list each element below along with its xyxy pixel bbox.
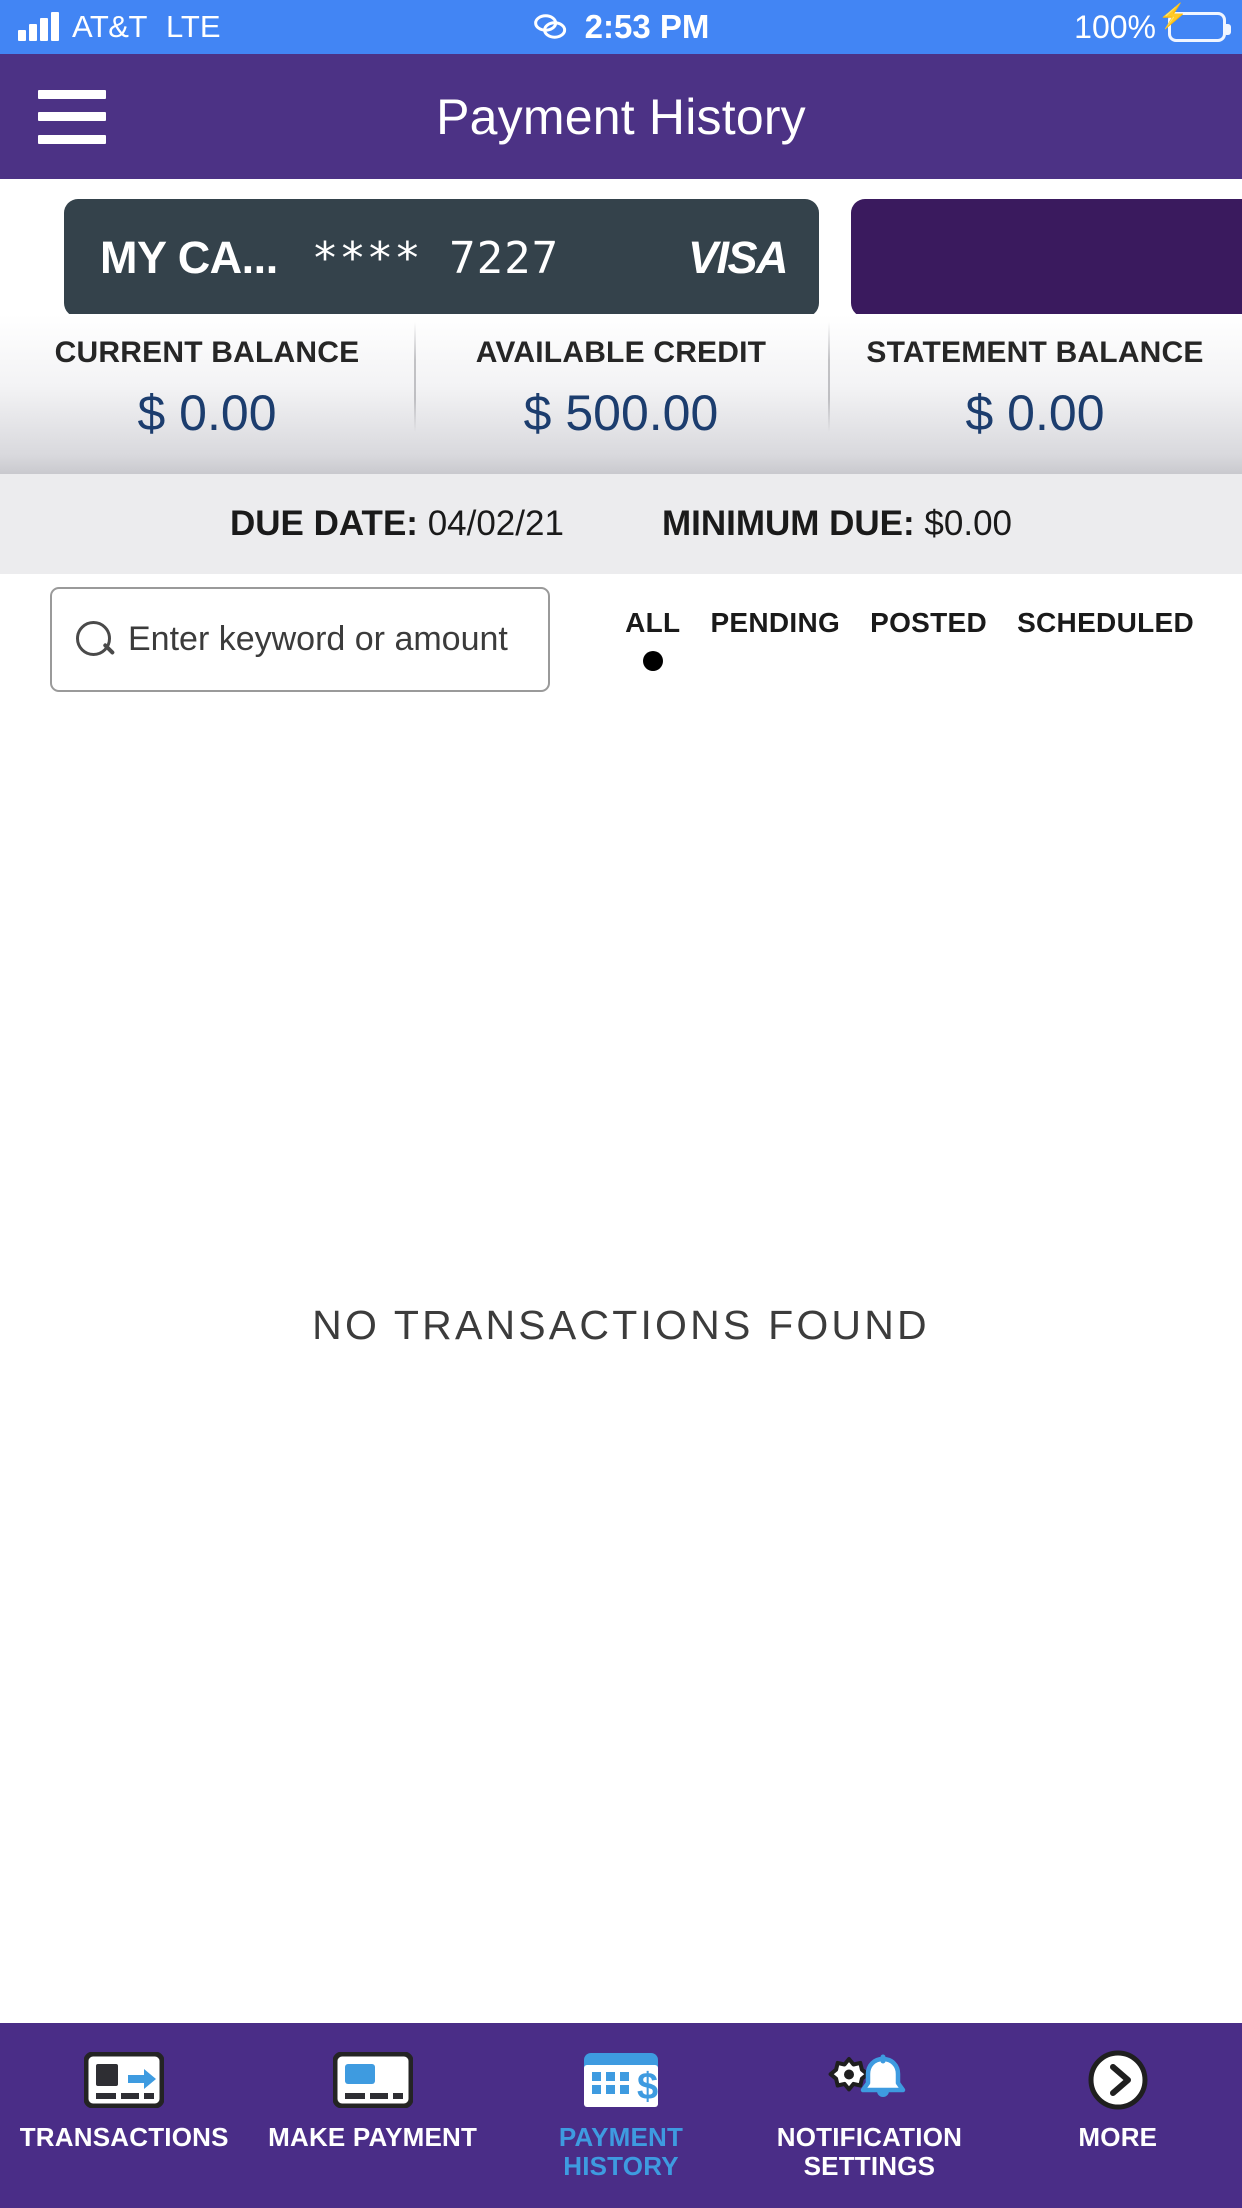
balance-current-balance: CURRENT BALANCE $ 0.00 — [0, 314, 414, 442]
link-icon — [534, 14, 567, 39]
card-masked-number: **** 7227 — [311, 232, 560, 284]
balance-label: AVAILABLE CREDIT — [475, 336, 767, 369]
signal-bars-icon — [18, 12, 59, 41]
due-summary-row: DUE DATE: 04/02/21 MINIMUM DUE: $0.00 — [0, 474, 1242, 574]
card-tile-primary[interactable]: MY CA... **** 7227 VISA — [64, 199, 819, 314]
card-tile-secondary[interactable] — [851, 199, 1242, 314]
nav-item-transactions[interactable]: TRANSACTIONS — [0, 2049, 248, 2152]
status-bar: AT&T LTE 2:53 PM 100% ⚡ — [0, 0, 1242, 54]
search-icon — [74, 619, 114, 659]
filter-tab-pending[interactable]: PENDING — [710, 607, 840, 671]
balance-statement-balance: STATEMENT BALANCE $ 0.00 — [828, 314, 1242, 442]
status-bar-center: 2:53 PM — [533, 8, 710, 46]
balance-value: $ 0.00 — [137, 385, 277, 441]
search-input[interactable] — [128, 619, 526, 659]
hamburger-menu-icon[interactable] — [38, 89, 106, 144]
balance-summary: CURRENT BALANCE $ 0.00 AVAILABLE CREDIT … — [0, 314, 1242, 474]
nav-item-notification-settings[interactable]: NOTIFICATION SETTINGS — [745, 2049, 993, 2181]
card-arrow-icon — [84, 2049, 165, 2111]
balance-label: CURRENT BALANCE — [54, 336, 360, 369]
filter-active-dot — [642, 651, 663, 671]
nav-item-make-payment[interactable]: MAKE PAYMENT — [248, 2049, 496, 2152]
nav-label: MAKE PAYMENT — [268, 2122, 478, 2152]
calendar-dollar-icon: $ — [581, 2049, 661, 2111]
filter-label: SCHEDULED — [1017, 607, 1194, 638]
battery-percent-label: 100% — [1074, 8, 1156, 45]
nav-item-payment-history[interactable]: $ PAYMENT HISTORY — [497, 2049, 745, 2181]
balance-label: STATEMENT BALANCE — [866, 336, 1204, 369]
search-filter-row: ALL PENDING POSTED SCHEDULED — [0, 574, 1242, 704]
due-date-value: 04/02/21 — [427, 504, 564, 543]
filter-tab-all[interactable]: ALL — [625, 607, 680, 671]
carrier-label: AT&T — [72, 9, 147, 44]
status-bar-right: 100% ⚡ — [1074, 5, 1242, 46]
transaction-filter-tabs: ALL PENDING POSTED SCHEDULED — [625, 607, 1202, 671]
credit-card-icon — [332, 2049, 413, 2111]
balance-value: $ 0.00 — [965, 385, 1105, 441]
battery-charging-icon: ⚡ — [1158, 5, 1231, 42]
filter-tab-posted[interactable]: POSTED — [870, 607, 987, 671]
minimum-due-item: MINIMUM DUE: $0.00 — [662, 504, 1012, 544]
nav-item-more[interactable]: MORE — [994, 2049, 1242, 2152]
filter-tab-scheduled[interactable]: SCHEDULED — [1017, 607, 1194, 671]
gear-bell-icon — [823, 2049, 915, 2111]
nav-label: MORE — [1078, 2122, 1158, 2152]
due-date-label: DUE DATE: — [229, 504, 418, 543]
filter-label: PENDING — [710, 607, 841, 638]
transaction-list-area: NO TRANSACTIONS FOUND — [0, 704, 1242, 2023]
status-bar-left: AT&T LTE — [0, 9, 221, 45]
card-carousel[interactable]: MY CA... **** 7227 VISA — [0, 179, 1242, 314]
page-title: Payment History — [436, 88, 806, 145]
chevron-right-circle-icon — [1087, 2049, 1149, 2111]
nav-label: NOTIFICATION SETTINGS — [776, 2122, 963, 2182]
svg-text:$: $ — [637, 2066, 658, 2108]
nav-label: PAYMENT HISTORY — [558, 2122, 684, 2182]
clock-label: 2:53 PM — [584, 8, 710, 45]
balance-value: $ 500.00 — [523, 385, 719, 441]
visa-logo: VISA — [687, 232, 789, 283]
bottom-navigation-bar: TRANSACTIONS MAKE PAYMENT $ PAYMENT HIST… — [0, 2023, 1242, 2208]
app-header: Payment History — [0, 54, 1242, 179]
search-box[interactable] — [50, 586, 550, 692]
nav-label: TRANSACTIONS — [19, 2122, 229, 2152]
app-screen: AT&T LTE 2:53 PM 100% ⚡ Payment History … — [0, 0, 1242, 2208]
network-type-label: LTE — [165, 9, 221, 44]
minimum-due-label: MINIMUM DUE: — [661, 504, 915, 543]
card-strip: MY CA... **** 7227 VISA — [0, 199, 1242, 314]
minimum-due-value: $0.00 — [924, 504, 1013, 543]
filter-label: POSTED — [870, 607, 988, 638]
card-nickname: MY CA... — [100, 232, 278, 283]
filter-label: ALL — [625, 607, 681, 638]
due-date-item: DUE DATE: 04/02/21 — [230, 504, 564, 544]
balance-available-credit: AVAILABLE CREDIT $ 500.00 — [414, 314, 828, 442]
empty-state-message: NO TRANSACTIONS FOUND — [312, 1302, 930, 1348]
